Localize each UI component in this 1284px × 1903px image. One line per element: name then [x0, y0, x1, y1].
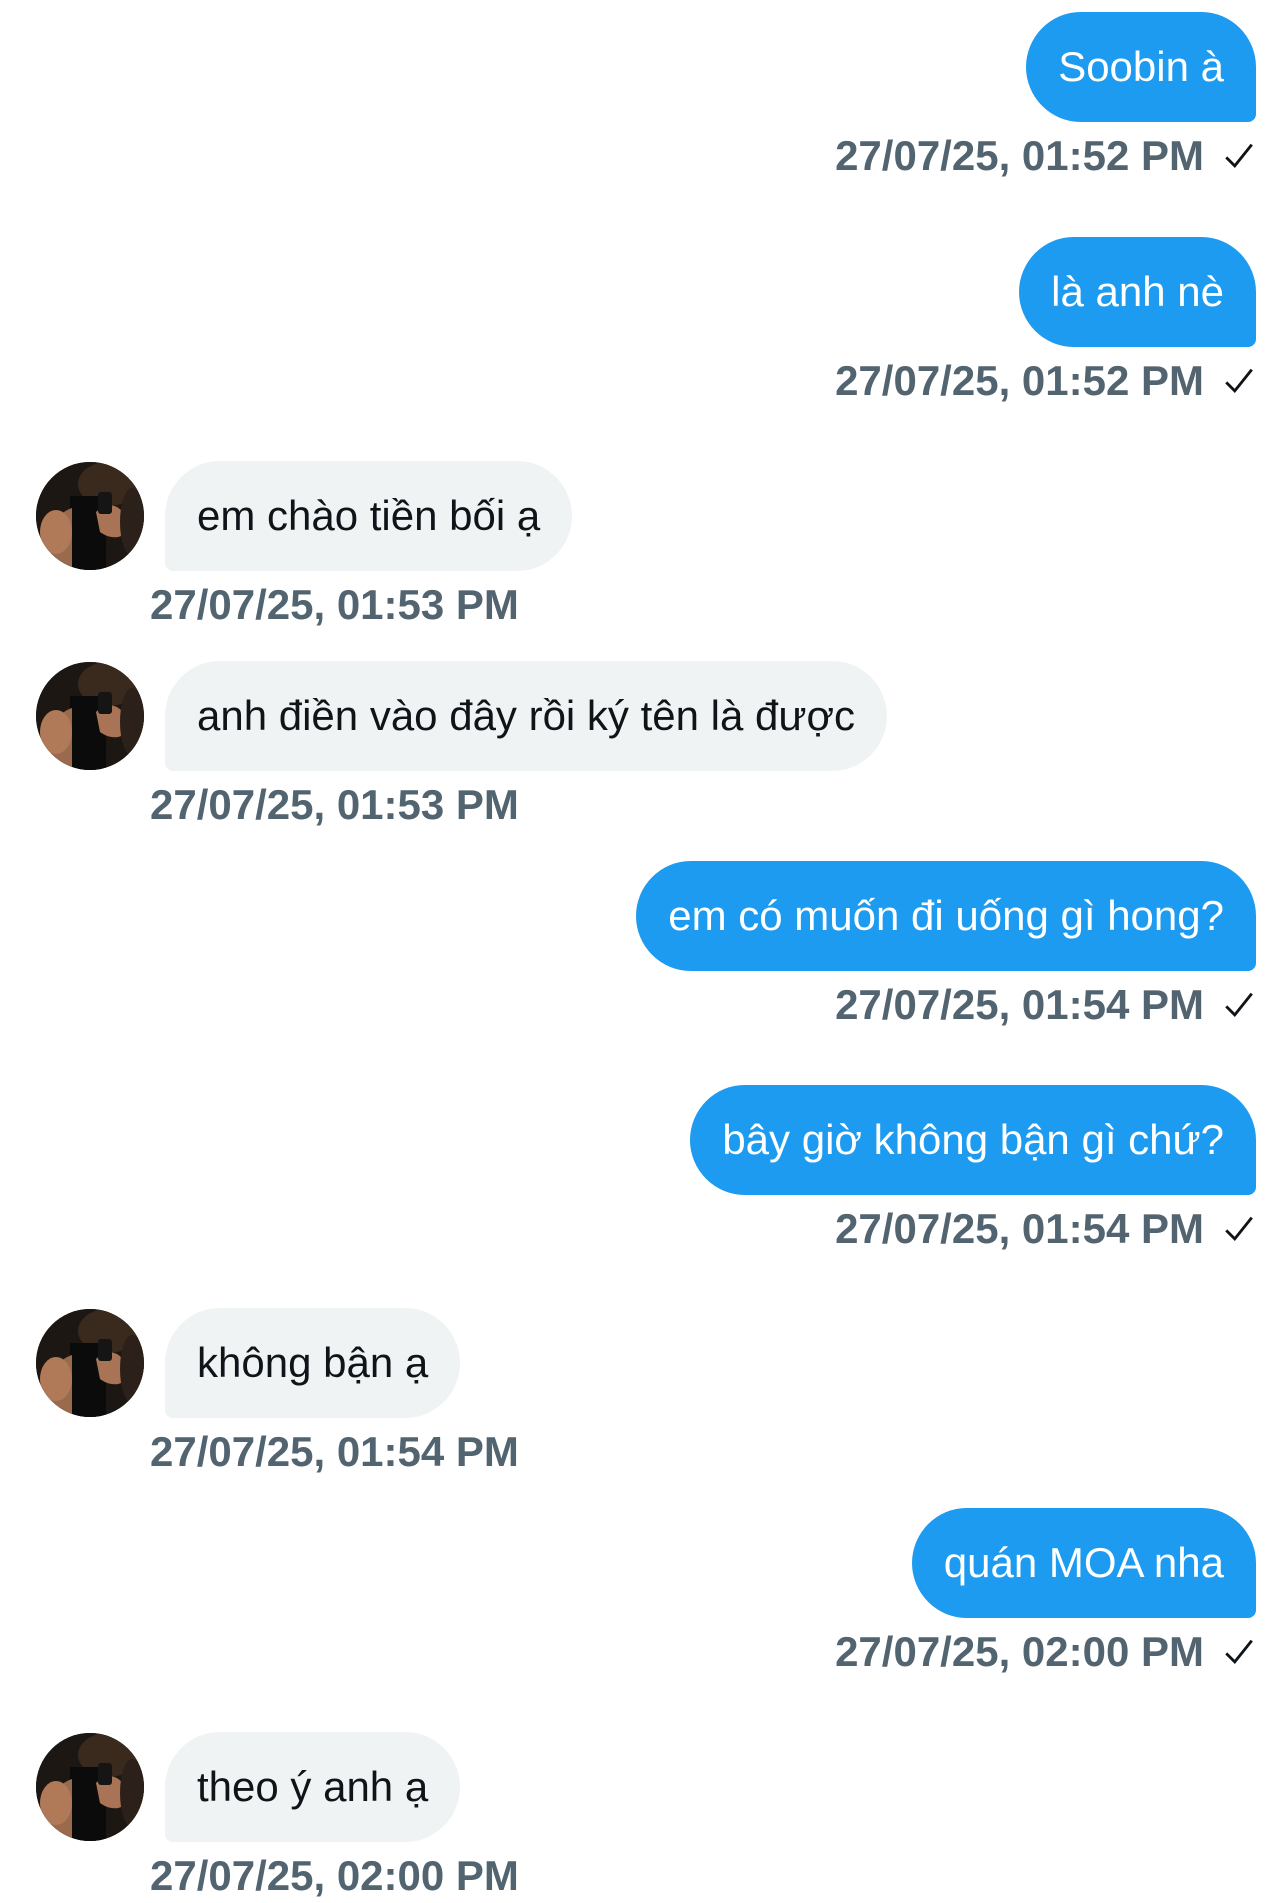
message-timestamp: 27/07/25, 02:00 PM	[835, 1628, 1256, 1676]
timestamp-text: 27/07/25, 01:54 PM	[835, 1205, 1204, 1252]
timestamp-text: 27/07/25, 01:54 PM	[835, 981, 1204, 1028]
message-timestamp: 27/07/25, 01:52 PM	[835, 132, 1256, 180]
incoming-message-bubble[interactable]: không bận ạ	[165, 1308, 461, 1418]
checkmark-icon	[1225, 143, 1253, 169]
message-timestamp: 27/07/25, 01:54 PM	[835, 1205, 1256, 1253]
avatar-photo	[36, 1309, 144, 1417]
message-timestamp: 27/07/25, 01:54 PM	[150, 1428, 519, 1475]
checkmark-icon	[1225, 368, 1253, 394]
outgoing-message-bubble[interactable]: em có muốn đi uống gì hong?	[636, 861, 1256, 971]
checkmark-icon	[1225, 1639, 1253, 1665]
avatar-photo	[36, 462, 144, 570]
avatar-photo	[36, 1733, 144, 1841]
timestamp-text: 27/07/25, 01:52 PM	[835, 132, 1204, 179]
timestamp-text: 27/07/25, 01:52 PM	[835, 357, 1204, 404]
timestamp-text: 27/07/25, 02:00 PM	[835, 1628, 1204, 1675]
outgoing-message-bubble[interactable]: là anh nè	[1019, 237, 1256, 347]
outgoing-message-bubble[interactable]: quán MOA nha	[911, 1508, 1256, 1618]
message-timestamp: 27/07/25, 02:00 PM	[150, 1852, 519, 1899]
incoming-message-bubble[interactable]: em chào tiền bối ạ	[165, 461, 573, 571]
message-timestamp: 27/07/25, 01:52 PM	[835, 357, 1256, 405]
avatar-photo	[36, 662, 144, 770]
message-timestamp: 27/07/25, 01:54 PM	[835, 981, 1256, 1029]
contact-avatar[interactable]	[36, 462, 144, 570]
outgoing-message-bubble[interactable]: bây giờ không bận gì chứ?	[690, 1085, 1256, 1195]
incoming-message-bubble[interactable]: anh điền vào đây rồi ký tên là được	[165, 661, 888, 771]
contact-avatar[interactable]	[36, 662, 144, 770]
conversation-thread[interactable]: Soobin à 27/07/25, 01:52 PM là anh nè 27…	[0, 0, 1284, 1903]
contact-avatar[interactable]	[36, 1309, 144, 1417]
message-timestamp: 27/07/25, 01:53 PM	[150, 581, 519, 628]
message-timestamp: 27/07/25, 01:53 PM	[150, 781, 519, 828]
incoming-message-bubble[interactable]: theo ý anh ạ	[165, 1732, 461, 1842]
checkmark-icon	[1225, 1216, 1253, 1242]
outgoing-message-bubble[interactable]: Soobin à	[1026, 12, 1256, 122]
checkmark-icon	[1225, 992, 1253, 1018]
contact-avatar[interactable]	[36, 1733, 144, 1841]
